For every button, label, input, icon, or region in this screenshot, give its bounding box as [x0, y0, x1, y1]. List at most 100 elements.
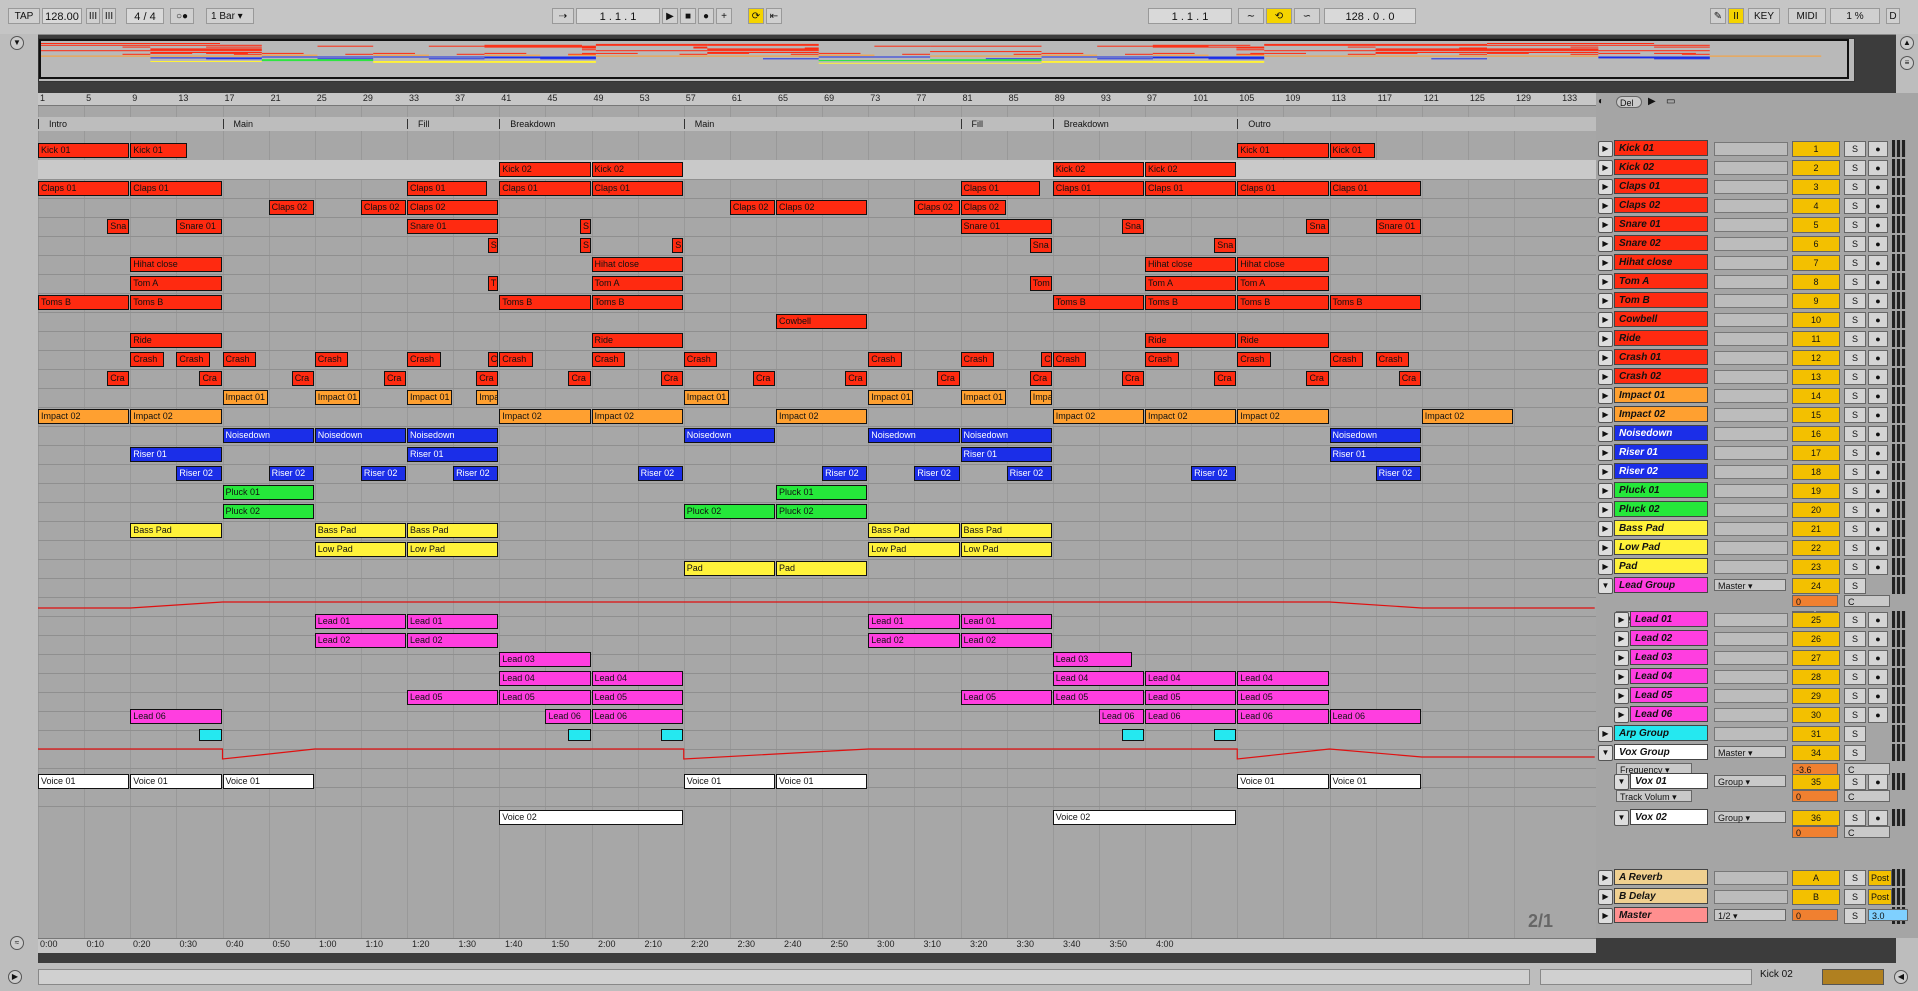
track-name[interactable]: Lead 02: [1630, 630, 1708, 646]
track-name[interactable]: Kick 01: [1614, 140, 1708, 156]
track-activator[interactable]: 36: [1792, 810, 1840, 826]
track-input-slot[interactable]: [1714, 560, 1788, 574]
track-input-slot[interactable]: [1714, 161, 1788, 175]
track-name[interactable]: Impact 01: [1614, 387, 1708, 403]
track-input-slot[interactable]: [1714, 727, 1788, 741]
arrangement-overview[interactable]: [38, 38, 1855, 82]
arm-button[interactable]: ●: [1868, 688, 1888, 704]
track-name[interactable]: Cowbell: [1614, 311, 1708, 327]
track-output-select[interactable]: Group ▾: [1714, 811, 1786, 823]
track-activator[interactable]: B: [1792, 889, 1840, 905]
track-fold-icon[interactable]: ▶: [1598, 483, 1613, 499]
track-input-slot[interactable]: [1714, 218, 1788, 232]
track-input-slot[interactable]: [1714, 632, 1788, 646]
solo-button[interactable]: S: [1844, 350, 1866, 366]
track-input-slot[interactable]: [1714, 427, 1788, 441]
track-name[interactable]: Vox Group: [1614, 744, 1708, 760]
overview-viewport[interactable]: [39, 39, 1849, 79]
track-fold-icon[interactable]: ▶: [1598, 198, 1613, 214]
track-activator[interactable]: 35: [1792, 774, 1840, 790]
solo-button[interactable]: S: [1844, 745, 1866, 761]
arm-button[interactable]: ●: [1868, 312, 1888, 328]
track-activator[interactable]: 3: [1792, 179, 1840, 195]
track-name[interactable]: Arp Group: [1614, 725, 1708, 741]
pan-field[interactable]: C: [1844, 826, 1890, 838]
arm-button[interactable]: ●: [1868, 612, 1888, 628]
track-fold-icon[interactable]: ▶: [1598, 726, 1613, 742]
loop-length-field[interactable]: 128 . 0 . 0: [1324, 8, 1416, 24]
solo-button[interactable]: S: [1844, 369, 1866, 385]
locator-marker[interactable]: Main: [222, 119, 253, 129]
track-activator[interactable]: 22: [1792, 540, 1840, 556]
browser-toggle-icon[interactable]: ▼: [10, 36, 24, 50]
arm-button[interactable]: ●: [1868, 540, 1888, 556]
track-name[interactable]: Lead 06: [1630, 706, 1708, 722]
track-name[interactable]: Riser 01: [1614, 444, 1708, 460]
track-fold-icon[interactable]: ▼: [1614, 774, 1629, 790]
follow-icon[interactable]: ⇢: [552, 8, 574, 24]
track-output-select[interactable]: Group ▾: [1714, 775, 1786, 787]
track-activator[interactable]: 1: [1792, 141, 1840, 157]
track-name[interactable]: Lead 05: [1630, 687, 1708, 703]
track-name[interactable]: Claps 02: [1614, 197, 1708, 213]
track-name[interactable]: Pad: [1614, 558, 1708, 574]
track-fold-icon[interactable]: ▶: [1598, 540, 1613, 556]
track-fold-icon[interactable]: ▶: [1598, 426, 1613, 442]
arm-button[interactable]: ●: [1868, 521, 1888, 537]
track-activator[interactable]: 18: [1792, 464, 1840, 480]
track-input-slot[interactable]: [1714, 670, 1788, 684]
solo-button[interactable]: S: [1844, 426, 1866, 442]
track-name[interactable]: Low Pad: [1614, 539, 1708, 555]
key-map-icon[interactable]: II: [1728, 8, 1744, 24]
track-name[interactable]: Lead Group: [1614, 577, 1708, 593]
arm-button[interactable]: ●: [1868, 426, 1888, 442]
solo-button[interactable]: S: [1844, 483, 1866, 499]
track-activator[interactable]: 26: [1792, 631, 1840, 647]
arm-button[interactable]: ●: [1868, 350, 1888, 366]
track-input-slot[interactable]: [1714, 408, 1788, 422]
track-activator[interactable]: 34: [1792, 745, 1840, 761]
record-icon[interactable]: ●: [698, 8, 714, 24]
track-name[interactable]: Ride: [1614, 330, 1708, 346]
key-map-button[interactable]: KEY: [1748, 8, 1780, 24]
arm-button[interactable]: ●: [1868, 810, 1888, 826]
track-activator[interactable]: 13: [1792, 369, 1840, 385]
track-fold-icon[interactable]: ▶: [1598, 179, 1613, 195]
arm-button[interactable]: ●: [1868, 774, 1888, 790]
track-fold-icon[interactable]: ▶: [1598, 293, 1613, 309]
track-fold-icon[interactable]: ▶: [1598, 502, 1613, 518]
arm-button[interactable]: ●: [1868, 388, 1888, 404]
track-fold-icon[interactable]: ▶: [1614, 631, 1629, 647]
arm-button[interactable]: ●: [1868, 483, 1888, 499]
track-activator[interactable]: 23: [1792, 559, 1840, 575]
track-activator[interactable]: 31: [1792, 726, 1840, 742]
track-activator[interactable]: 29: [1792, 688, 1840, 704]
track-activator[interactable]: 7: [1792, 255, 1840, 271]
track-activator[interactable]: 10: [1792, 312, 1840, 328]
punch-out-icon[interactable]: ∽: [1294, 8, 1320, 24]
stop-icon[interactable]: ■: [680, 8, 696, 24]
track-name[interactable]: Impact 02: [1614, 406, 1708, 422]
track-fold-icon[interactable]: ▼: [1614, 810, 1629, 826]
arm-button[interactable]: ●: [1868, 650, 1888, 666]
solo-button[interactable]: S: [1844, 774, 1866, 790]
arm-button[interactable]: ●: [1868, 669, 1888, 685]
track-name[interactable]: Vox 01: [1630, 773, 1708, 789]
locator-marker[interactable]: Fill: [960, 119, 983, 129]
track-name[interactable]: Lead 03: [1630, 649, 1708, 665]
arm-button[interactable]: ●: [1868, 631, 1888, 647]
track-fold-icon[interactable]: ▶: [1598, 350, 1613, 366]
track-input-slot[interactable]: [1714, 389, 1788, 403]
track-fold-icon[interactable]: ▶: [1614, 650, 1629, 666]
solo-button[interactable]: S: [1844, 255, 1866, 271]
arm-button[interactable]: ●: [1868, 369, 1888, 385]
track-input-slot[interactable]: [1714, 446, 1788, 460]
solo-button[interactable]: S: [1844, 521, 1866, 537]
pan-field[interactable]: C: [1844, 790, 1890, 802]
track-input-slot[interactable]: [1714, 237, 1788, 251]
solo-button[interactable]: S: [1844, 160, 1866, 176]
track-input-slot[interactable]: [1714, 142, 1788, 156]
arm-button[interactable]: ●: [1868, 502, 1888, 518]
track-activator[interactable]: 17: [1792, 445, 1840, 461]
volume-field[interactable]: 0: [1792, 790, 1838, 802]
